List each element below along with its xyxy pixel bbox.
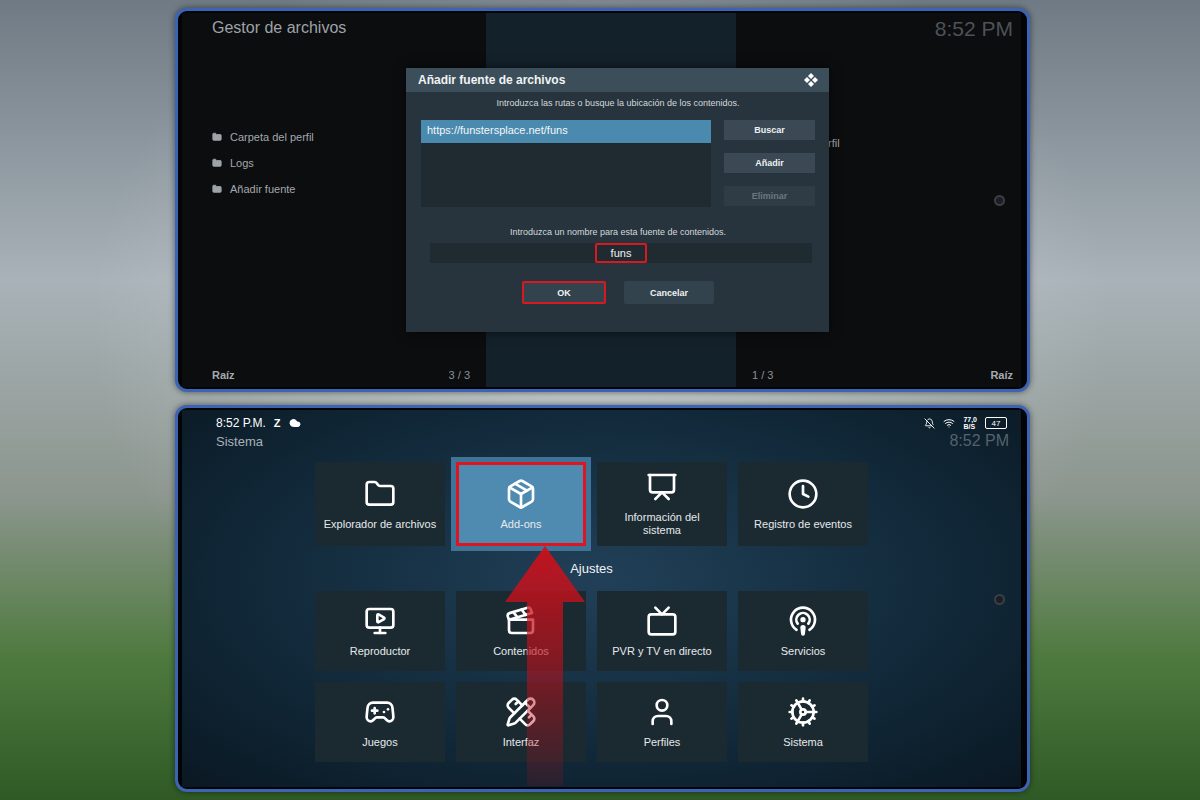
- kodi-logo-icon: [803, 72, 819, 88]
- menu-tile[interactable]: Contenidos: [456, 591, 586, 671]
- settings-tiles: ReproductorContenidosPVR y TV en directo…: [315, 591, 868, 762]
- app-badge: Z: [274, 417, 281, 429]
- package-icon: [505, 478, 537, 510]
- clock-icon: [787, 478, 819, 510]
- menu-tile[interactable]: Interfaz: [456, 682, 586, 762]
- folder-icon: [212, 158, 222, 168]
- pane-footer: Raíz3 / 3: [212, 369, 470, 387]
- menu-tile[interactable]: Perfiles: [597, 682, 727, 762]
- background-photo: Gestor de archivosCarpeta del perfilLogs…: [0, 0, 1200, 800]
- side-button[interactable]: Añadir: [724, 153, 815, 173]
- presentation-icon: [646, 471, 678, 503]
- pencil-ruler-icon: [505, 696, 537, 728]
- add-source-dialog: Añadir fuente de archivos Introduzca las …: [406, 68, 829, 332]
- system-screen: 8:52 P.M. Z 77,0B/S 47 Sistema8:52 PM Explora…: [182, 410, 1021, 787]
- name-field[interactable]: funs: [430, 243, 812, 263]
- name-prompt: Introduzca un nombre para esta fuente de…: [421, 227, 815, 241]
- phone-frame: Gestor de archivosCarpeta del perfilLogs…: [175, 8, 1030, 392]
- battery: 47: [985, 417, 1007, 429]
- side-button[interactable]: Buscar: [724, 120, 815, 140]
- camera-dot: [994, 195, 1005, 206]
- status-bar: 8:52 P.M. Z 77,0B/S 47: [182, 410, 1021, 432]
- menu-tile[interactable]: Reproductor: [315, 591, 445, 671]
- name-value: funs: [595, 243, 648, 263]
- screen-title: Gestor de archivos: [212, 13, 470, 37]
- phone-frame: 8:52 P.M. Z 77,0B/S 47 Sistema8:52 PM Explora…: [175, 405, 1030, 792]
- menu-tile[interactable]: Registro de eventos: [738, 462, 868, 546]
- menu-tile[interactable]: PVR y TV en directo: [597, 591, 727, 671]
- status-time: 8:52 P.M.: [216, 416, 266, 430]
- camera-dot: [994, 594, 1005, 605]
- menu-tile[interactable]: Sistema: [738, 682, 868, 762]
- side-button: Eliminar: [724, 186, 815, 206]
- bell-off-icon: [924, 418, 935, 429]
- menu-tile[interactable]: Add-ons: [456, 462, 586, 546]
- top-tiles: Explorador de archivosAdd-onsInformación…: [315, 462, 868, 546]
- section-label: Ajustes: [570, 546, 613, 591]
- menu-tile[interactable]: Información del sistema: [597, 462, 727, 546]
- screen-clock: 8:52 PM: [752, 13, 1013, 41]
- folder-icon: [364, 478, 396, 510]
- tv-icon: [646, 605, 678, 637]
- dialog-header: Añadir fuente de archivos: [406, 68, 829, 92]
- monitor-play-icon: [364, 605, 396, 637]
- folder-icon: [212, 184, 222, 194]
- network-speed: 77,0B/S: [963, 416, 977, 430]
- paths-prompt: Introduzca las rutas o busque la ubicaci…: [421, 98, 815, 112]
- media-icon: [505, 605, 537, 637]
- menu-tile[interactable]: Servicios: [738, 591, 868, 671]
- gear-icon: [787, 696, 819, 728]
- folder-icon: [212, 132, 222, 142]
- file-manager-screen: Gestor de archivosCarpeta del perfilLogs…: [182, 13, 1021, 387]
- path-item[interactable]: https://funstersplace.net/funs: [421, 120, 711, 143]
- wifi-icon: [943, 417, 955, 429]
- menu-tile[interactable]: Juegos: [315, 682, 445, 762]
- menu-tile[interactable]: Explorador de archivos: [315, 462, 445, 546]
- red-arrow-icon: [505, 546, 585, 786]
- pane-footer: 1 / 3Raíz: [752, 369, 1013, 387]
- podcast-icon: [787, 605, 819, 637]
- cloud-icon: [289, 417, 301, 429]
- path-list: https://funstersplace.net/funs: [421, 120, 711, 207]
- dialog-button[interactable]: Cancelar: [624, 281, 714, 304]
- dialog-button[interactable]: OK: [522, 281, 606, 304]
- gamepad-icon: [364, 696, 396, 728]
- user-icon: [646, 696, 678, 728]
- kodi-header: Sistema8:52 PM: [182, 432, 1021, 450]
- file-item[interactable]: rfil: [828, 135, 1013, 151]
